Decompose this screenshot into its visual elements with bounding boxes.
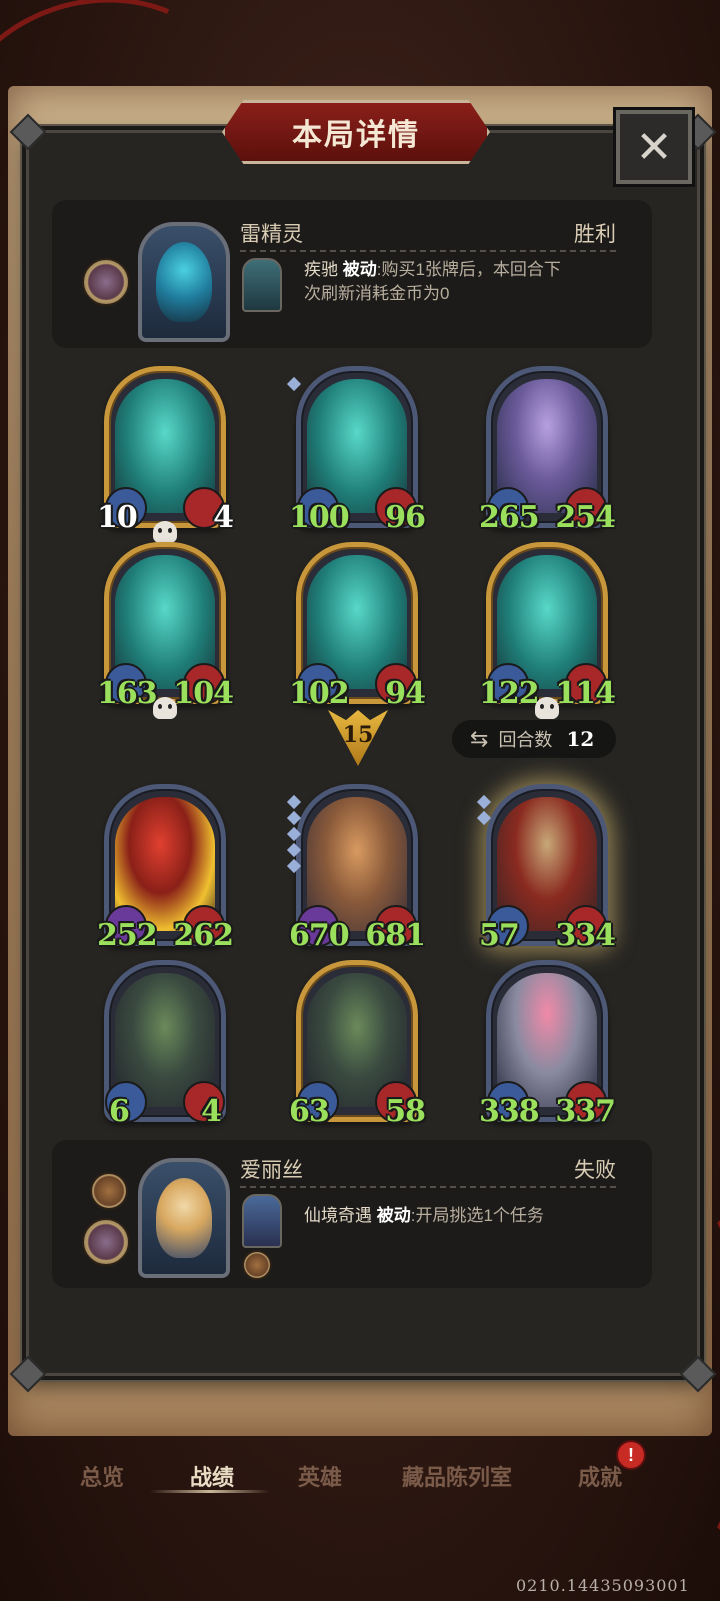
skill-desc-line2: 次刷新消耗金币为0 bbox=[304, 284, 450, 303]
skill-description: 仙境奇遇 被动:开局挑选1个任务 bbox=[304, 1204, 644, 1228]
unit-card[interactable]: 265 254 bbox=[479, 366, 616, 535]
unit-card[interactable]: 63 58 bbox=[289, 960, 426, 1129]
unit-card[interactable]: 670 681 bbox=[286, 784, 426, 953]
unit-attack: 100 bbox=[289, 500, 350, 535]
skull-icon bbox=[535, 697, 559, 719]
unit-card[interactable]: 6 4 bbox=[104, 960, 226, 1129]
unit-card[interactable]: 122 114 bbox=[479, 542, 616, 719]
unit-card[interactable]: 163 104 bbox=[97, 542, 234, 719]
close-icon: ✕ bbox=[635, 122, 673, 172]
tab-achievements[interactable]: 成就 bbox=[578, 1460, 622, 1492]
version-code: 0210.14435093001 bbox=[516, 1576, 690, 1595]
skill-description: 疾驰 被动:购买1张牌后，本回合下 次刷新消耗金币为0 bbox=[304, 258, 624, 306]
tab-collection[interactable]: 藏品陈列室 bbox=[402, 1460, 512, 1492]
skill-icon[interactable] bbox=[242, 1194, 282, 1248]
tab-heroes[interactable]: 英雄 bbox=[298, 1460, 342, 1492]
player-result: 失败 bbox=[574, 1159, 616, 1182]
relic-token[interactable] bbox=[82, 258, 130, 306]
unit-card[interactable]: 57 334 bbox=[476, 784, 616, 953]
hero-art bbox=[156, 242, 212, 322]
title-plate: 本局详情 bbox=[222, 100, 490, 164]
unit-card[interactable]: 252 262 bbox=[97, 784, 234, 953]
unit-card[interactable]: 102 94 bbox=[289, 542, 426, 711]
tab-overview[interactable]: 总览 bbox=[80, 1460, 124, 1492]
turn-marker-number: 15 bbox=[342, 722, 374, 748]
repeat-icon: ⇆ bbox=[470, 726, 489, 751]
unit-health: 334 bbox=[555, 918, 616, 953]
unit-attack: 63 bbox=[289, 1094, 330, 1129]
hero-art bbox=[156, 1178, 212, 1258]
unit-health: 681 bbox=[365, 918, 426, 953]
unit-attack: 670 bbox=[289, 918, 350, 953]
close-button[interactable]: ✕ bbox=[613, 107, 695, 187]
divider-line bbox=[240, 1186, 616, 1188]
unit-attack: 102 bbox=[289, 676, 350, 711]
unit-attack: 10 bbox=[97, 500, 138, 535]
unit-health: 254 bbox=[555, 500, 616, 535]
unit-health: 114 bbox=[555, 676, 616, 711]
active-tab-indicator bbox=[150, 1490, 270, 1493]
relic-token[interactable] bbox=[90, 1172, 128, 1210]
skull-icon bbox=[153, 521, 177, 543]
skill-type: 被动 bbox=[342, 260, 377, 279]
bottom-tab-bar: 总览 战绩 英雄 藏品陈列室 成就 bbox=[0, 1430, 720, 1520]
quest-token[interactable] bbox=[242, 1250, 272, 1280]
unit-attack: 252 bbox=[97, 918, 158, 953]
unit-attack: 265 bbox=[479, 500, 540, 535]
unit-attack: 122 bbox=[479, 676, 540, 711]
bottom-player-box: 爱丽丝 失败 仙境奇遇 被动:开局挑选1个任务 bbox=[52, 1140, 652, 1288]
relic-token[interactable] bbox=[82, 1218, 130, 1266]
unit-card[interactable]: 100 96 bbox=[286, 366, 426, 535]
skill-desc: :开局挑选1个任务 bbox=[410, 1206, 544, 1225]
divider-line bbox=[240, 250, 616, 252]
unit-health: 104 bbox=[173, 676, 234, 711]
unit-attack: 57 bbox=[479, 918, 520, 953]
hero-portrait-thunder-spirit[interactable] bbox=[138, 222, 230, 342]
unit-health: 337 bbox=[555, 1094, 616, 1129]
skill-name: 仙境奇遇 bbox=[304, 1206, 372, 1225]
unit-attack: 163 bbox=[97, 676, 158, 711]
star-rank bbox=[476, 794, 492, 829]
top-player-box: 雷精灵 胜利 疾驰 被动:购买1张牌后，本回合下 次刷新消耗金币为0 bbox=[52, 200, 652, 348]
unit-health: 4 bbox=[213, 500, 234, 535]
skill-icon[interactable] bbox=[242, 258, 282, 312]
unit-attack: 338 bbox=[479, 1094, 540, 1129]
player-name: 爱丽丝 bbox=[240, 1159, 303, 1182]
rounds-label: 回合数 bbox=[498, 730, 553, 750]
skill-name: 疾驰 bbox=[304, 260, 338, 279]
page-title: 本局详情 bbox=[292, 119, 420, 152]
rounds-counter: ⇆ 回合数 12 bbox=[452, 720, 616, 758]
rounds-value: 12 bbox=[566, 727, 595, 751]
unit-health: 4 bbox=[201, 1094, 222, 1129]
unit-attack: 6 bbox=[109, 1094, 130, 1129]
skull-icon bbox=[153, 697, 177, 719]
star-rank bbox=[286, 376, 302, 395]
tab-records[interactable]: 战绩 bbox=[190, 1460, 234, 1492]
unit-health: 94 bbox=[385, 676, 426, 711]
player-name: 雷精灵 bbox=[240, 223, 303, 246]
skill-desc-line1: :购买1张牌后，本回合下 bbox=[376, 260, 561, 279]
player-result: 胜利 bbox=[574, 223, 616, 246]
unit-card[interactable]: 10 4 bbox=[97, 366, 234, 543]
skill-type: 被动 bbox=[376, 1206, 411, 1225]
unit-card[interactable]: 338 337 bbox=[479, 960, 616, 1129]
notification-badge: ! bbox=[616, 1440, 646, 1470]
unit-health: 96 bbox=[385, 500, 426, 535]
unit-health: 262 bbox=[173, 918, 234, 953]
star-rank bbox=[286, 794, 302, 877]
unit-health: 58 bbox=[385, 1094, 426, 1129]
hero-portrait-alice[interactable] bbox=[138, 1158, 230, 1278]
